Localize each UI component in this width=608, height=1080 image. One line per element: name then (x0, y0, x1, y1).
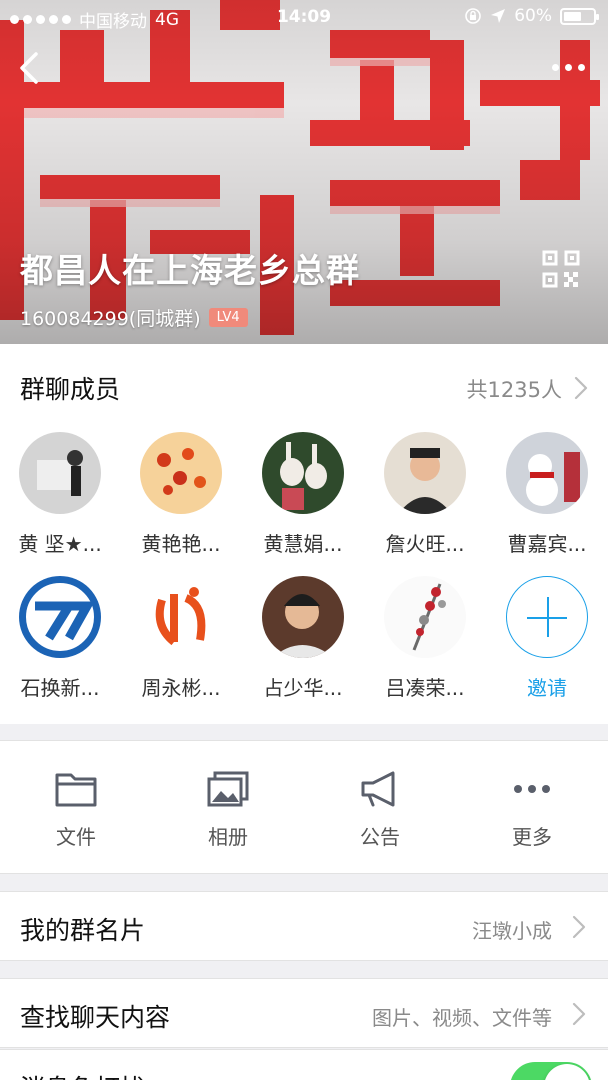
tool-label: 文件 (56, 825, 96, 849)
mute-toggle[interactable] (510, 1062, 592, 1080)
member-name: 曹嘉宾... (507, 532, 587, 556)
avatar (506, 432, 588, 514)
avatar (384, 432, 466, 514)
chevron-right-icon (574, 376, 588, 400)
member-name: 黄慧娟... (263, 532, 343, 556)
tool-notice[interactable]: 公告 (304, 771, 456, 850)
tool-label: 更多 (512, 825, 552, 849)
battery-percent: 60% (514, 6, 552, 26)
invite-label: 邀请 (527, 676, 567, 700)
row-label: 消息免打扰 (20, 1069, 145, 1080)
row-label: 我的群名片 (20, 916, 146, 945)
status-bar: 中国移动 4G 14:09 60% (0, 0, 608, 34)
orientation-lock-icon (465, 8, 482, 24)
members-title: 群聊成员 (20, 375, 121, 404)
avatar (19, 576, 101, 658)
tool-more[interactable]: 更多 (456, 771, 608, 850)
search-chat-row[interactable]: 查找聊天内容 图片、视频、文件等 (0, 978, 608, 1048)
location-arrow-icon (491, 9, 506, 23)
member-item[interactable]: 黄慧娟... (243, 432, 363, 557)
battery-icon (560, 7, 599, 25)
invite-button[interactable]: 邀请 (487, 576, 607, 701)
member-item[interactable]: 黄 坚★... (0, 432, 120, 557)
avatar (19, 432, 101, 514)
avatar (140, 432, 222, 514)
avatar (262, 576, 344, 658)
qr-code-icon[interactable] (542, 250, 580, 288)
chevron-right-icon (572, 915, 586, 939)
level-badge: LV4 (208, 308, 248, 327)
row-value: 图片、视频、文件等 (372, 1006, 552, 1030)
back-arrow-icon[interactable] (14, 48, 50, 88)
more-dots-icon (514, 785, 550, 793)
group-id: 160084299(同城群) (20, 308, 201, 330)
tool-label: 相册 (208, 825, 248, 849)
member-name: 石换新... (20, 676, 100, 700)
mute-row[interactable]: 消息免打扰 (0, 1049, 608, 1080)
member-name: 詹火旺... (385, 532, 465, 556)
member-name: 吕凑荣... (385, 676, 465, 700)
row-label: 查找聊天内容 (20, 1003, 171, 1032)
tool-album[interactable]: 相册 (152, 771, 304, 850)
member-item[interactable]: 占少华... (243, 576, 363, 701)
tool-label: 公告 (360, 825, 400, 849)
members-count: 共1235人 (466, 378, 562, 402)
member-name: 黄 坚★... (18, 532, 102, 556)
my-group-card-row[interactable]: 我的群名片 汪墩小成 (0, 891, 608, 961)
chevron-right-icon (572, 1002, 586, 1026)
megaphone-icon (361, 771, 395, 807)
tool-files[interactable]: 文件 (0, 771, 152, 850)
group-header: 中国移动 4G 14:09 60% 都昌人在上海老乡总群 160084299(同… (0, 0, 608, 344)
member-item[interactable]: 周永彬... (121, 576, 241, 701)
avatar (140, 576, 222, 658)
photo-album-icon (207, 771, 249, 807)
member-item[interactable]: 黄艳艳... (121, 432, 241, 557)
member-item[interactable]: 吕凑荣... (365, 576, 485, 701)
member-item[interactable]: 詹火旺... (365, 432, 485, 557)
group-info: 160084299(同城群) LV4 (20, 304, 248, 331)
member-name: 周永彬... (141, 676, 221, 700)
member-item[interactable]: 石换新... (0, 576, 120, 701)
members-header[interactable]: 群聊成员 共1235人 (0, 344, 608, 428)
group-tools: 文件 相册 公告 更多 (0, 740, 608, 874)
members-section: 群聊成员 共1235人 黄 坚★... 黄艳艳... 黄慧娟... 詹火旺...… (0, 344, 608, 724)
member-name: 黄艳艳... (141, 532, 221, 556)
group-name: 都昌人在上海老乡总群 (20, 251, 360, 290)
member-item[interactable]: 曹嘉宾... (487, 432, 607, 557)
member-name: 占少华... (263, 676, 343, 700)
avatar (262, 432, 344, 514)
folder-icon (55, 773, 97, 807)
more-options-icon[interactable] (548, 55, 588, 79)
avatar (384, 576, 466, 658)
plus-icon (506, 576, 588, 658)
row-value: 汪墩小成 (472, 919, 552, 943)
